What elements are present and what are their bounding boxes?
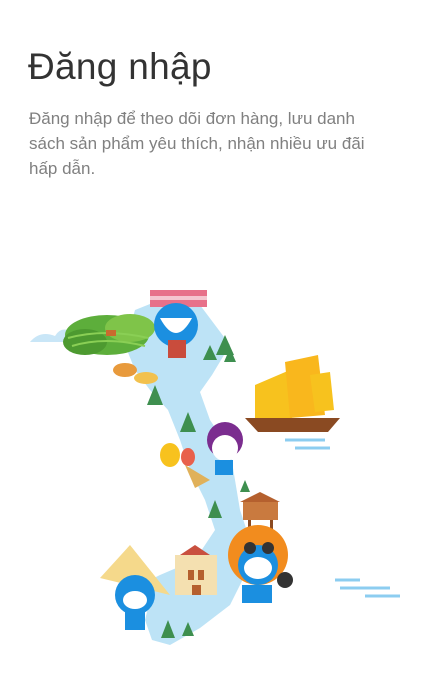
page-title: Đăng nhập bbox=[28, 46, 212, 87]
junk-boat-icon bbox=[245, 355, 340, 450]
waves-icon bbox=[335, 578, 400, 598]
stilt-house-icon bbox=[240, 492, 280, 530]
character-south-icon bbox=[228, 525, 293, 603]
page-description: Đăng nhập để theo dõi đơn hàng, lưu danh… bbox=[29, 109, 365, 178]
vietnam-map-illustration bbox=[30, 290, 400, 645]
